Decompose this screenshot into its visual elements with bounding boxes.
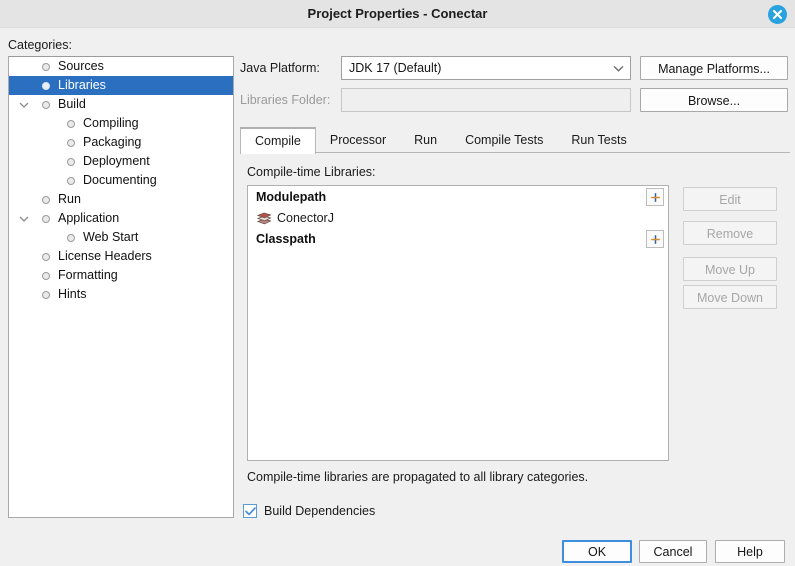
tree-item-build[interactable]: Build (9, 95, 233, 114)
library-item-label: ConectorJ (277, 211, 334, 225)
libraries-folder-label: Libraries Folder: (240, 93, 331, 107)
move-down-button: Move Down (683, 285, 777, 309)
tab-label: Processor (329, 133, 387, 147)
browse-button[interactable]: Browse... (640, 88, 788, 112)
tree-node-bullet-icon (42, 272, 50, 280)
tree-item-label: Documenting (83, 173, 157, 187)
library-group-title: Modulepath (256, 190, 327, 204)
library-list-item[interactable]: ConectorJ (248, 208, 668, 228)
tab-label: Compile Tests (465, 133, 544, 147)
tree-node-bullet-icon (67, 158, 75, 166)
categories-tree[interactable]: Sources Libraries Build Compiling Packaging D… (8, 56, 234, 518)
tree-node-bullet-icon (42, 291, 50, 299)
cancel-button[interactable]: Cancel (639, 540, 707, 563)
java-platform-select[interactable]: JDK 17 (Default) (341, 56, 631, 80)
tree-item-label: Web Start (83, 230, 139, 244)
platform-form: Java Platform: JDK 17 (Default) Manage P… (240, 56, 788, 120)
help-button[interactable]: Help (715, 540, 785, 563)
tree-item-label: Sources (58, 59, 104, 73)
tab-processor[interactable]: Processor (316, 127, 400, 153)
check-icon (243, 504, 257, 518)
remove-button: Remove (683, 221, 777, 245)
tree-node-bullet-icon (42, 63, 50, 71)
tree-item-run[interactable]: Run (9, 190, 233, 209)
library-group-classpath: Classpath (248, 228, 668, 250)
tree-node-bullet-icon (67, 139, 75, 147)
tree-node-bullet-icon (42, 101, 50, 109)
tree-item-application[interactable]: Application (9, 209, 233, 228)
java-platform-row: Java Platform: JDK 17 (Default) Manage P… (240, 56, 788, 80)
tree-node-bullet-icon (42, 253, 50, 261)
tree-item-sources[interactable]: Sources (9, 57, 233, 76)
tree-node-bullet-icon (67, 234, 75, 242)
categories-label: Categories: (8, 38, 72, 52)
chevron-down-icon[interactable] (17, 95, 31, 114)
ok-button[interactable]: OK (562, 540, 632, 563)
library-group-modulepath: Modulepath (248, 186, 668, 208)
edit-button: Edit (683, 187, 777, 211)
tree-item-label: Deployment (83, 154, 150, 168)
tree-item-label: Libraries (58, 78, 106, 92)
tree-item-web-start[interactable]: Web Start (9, 228, 233, 247)
tree-item-label: Formatting (58, 268, 118, 282)
plus-icon[interactable] (646, 188, 664, 206)
tree-item-formatting[interactable]: Formatting (9, 266, 233, 285)
library-group-title: Classpath (256, 232, 316, 246)
tab-label: Run Tests (571, 133, 627, 147)
libraries-list[interactable]: Modulepath ConectorJ Classpath (247, 185, 669, 461)
tab-compile[interactable]: Compile (240, 127, 316, 154)
library-books-icon (256, 211, 272, 225)
tree-item-label: Application (58, 211, 120, 225)
tree-item-label: Compiling (83, 116, 139, 130)
tab-label: Compile (255, 134, 301, 148)
tree-item-label: Run (58, 192, 81, 206)
chevron-down-icon[interactable] (17, 209, 31, 228)
tab-run-tests[interactable]: Run Tests (557, 127, 640, 153)
tree-node-bullet-icon (42, 196, 50, 204)
tree-item-hints[interactable]: Hints (9, 285, 233, 304)
libraries-folder-input (341, 88, 631, 112)
tab-compile-tests[interactable]: Compile Tests (451, 127, 557, 153)
tree-item-packaging[interactable]: Packaging (9, 133, 233, 152)
tree-node-bullet-icon (42, 215, 50, 223)
tree-node-bullet-icon (67, 120, 75, 128)
dialog-title: Project Properties - Conectar (307, 6, 488, 21)
compile-tabs[interactable]: Compile Processor Run Compile Tests Run Test… (240, 127, 790, 154)
dialog-title-bar: Project Properties - Conectar (0, 0, 795, 28)
libraries-hint-text: Compile-time libraries are propagated to… (247, 470, 589, 484)
tree-item-label: Packaging (83, 135, 142, 149)
close-icon[interactable] (768, 5, 787, 24)
compile-time-libraries-label: Compile-time Libraries: (247, 165, 376, 179)
tree-item-deployment[interactable]: Deployment (9, 152, 233, 171)
tree-item-label: Hints (58, 287, 87, 301)
tree-item-label: Build (58, 97, 86, 111)
java-platform-label: Java Platform: (240, 61, 320, 75)
tree-item-label: License Headers (58, 249, 152, 263)
tree-node-bullet-icon (42, 82, 50, 90)
tab-run[interactable]: Run (400, 127, 451, 153)
plus-icon[interactable] (646, 230, 664, 248)
tab-label: Run (414, 133, 438, 147)
tree-item-documenting[interactable]: Documenting (9, 171, 233, 190)
build-dependencies-label: Build Dependencies (264, 504, 376, 518)
libraries-folder-row: Libraries Folder: Browse... (240, 88, 788, 112)
tree-item-libraries[interactable]: Libraries (9, 76, 233, 95)
tree-item-license-headers[interactable]: License Headers (9, 247, 233, 266)
manage-platforms-button[interactable]: Manage Platforms... (640, 56, 788, 80)
move-up-button: Move Up (683, 257, 777, 281)
java-platform-value: JDK 17 (Default) (349, 61, 442, 75)
build-dependencies-checkbox[interactable]: Build Dependencies (243, 502, 375, 520)
tree-item-compiling[interactable]: Compiling (9, 114, 233, 133)
tree-node-bullet-icon (67, 177, 75, 185)
chevron-down-icon (613, 57, 624, 79)
